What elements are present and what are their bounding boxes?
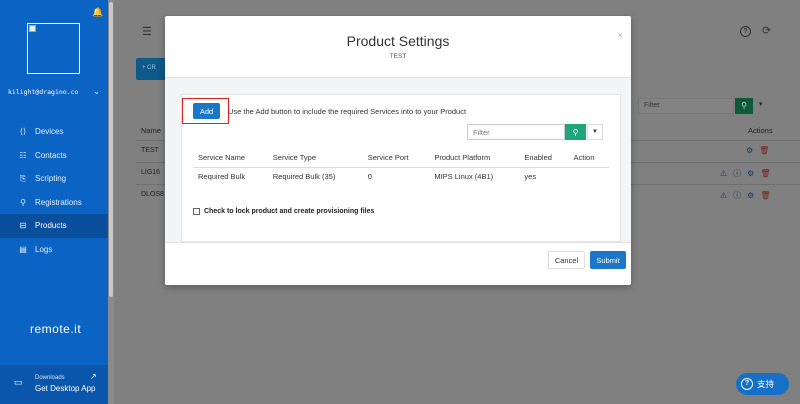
column-header: Action <box>568 149 609 168</box>
cell-enabled: yes <box>524 171 537 181</box>
sidebar-item-label: Contacts <box>35 150 67 160</box>
products-icon: ⊟ <box>19 221 27 231</box>
sidebar-item-label: Products <box>35 221 67 231</box>
external-link-icon: ↗ <box>90 372 97 381</box>
sidebar-item-label: Logs <box>35 244 53 254</box>
sidebar-nav: ⟨⟩ Devices ☷ Contacts ⎘ Scripting ⚲ Registra… <box>0 120 108 261</box>
row-actions: ⚠ⓘ⚙🗑 <box>720 190 777 201</box>
get-desktop-app-link[interactable]: ▭ Downloads Get Desktop App ↗ <box>0 365 108 404</box>
sidebar-item-label: Scripting <box>35 174 67 184</box>
cell-service-type: Required Bulk (35) <box>272 171 336 181</box>
sidebar-item-label: Registrations <box>35 197 82 207</box>
sidebar-item-label: Devices <box>35 127 64 137</box>
devices-icon: ⟨⟩ <box>19 127 27 137</box>
caret-down-icon[interactable]: ▼ <box>587 124 603 140</box>
cell-product-platform: MIPS Linux (4B1) <box>434 171 494 181</box>
refresh-icon[interactable]: ⟳ <box>762 24 771 37</box>
warning-icon[interactable]: ⚠ <box>720 191 733 200</box>
sidebar-item-products[interactable]: ⊟ Products <box>0 214 108 238</box>
table-header-row: Service Name Service Type Service Port P… <box>193 149 609 168</box>
cancel-button[interactable]: Cancel <box>548 251 585 269</box>
lock-product-checkbox[interactable] <box>193 208 200 215</box>
row-actions: ⚙🗑 <box>746 146 775 155</box>
cell-service-name: Required Bulk <box>198 171 246 181</box>
search-icon[interactable]: ⚲ <box>565 124 586 140</box>
help-icon[interactable]: ? <box>740 26 751 37</box>
sidebar-item-scripting[interactable]: ⎘ Scripting <box>0 167 108 191</box>
help-circle-icon: ? <box>741 378 753 390</box>
menu-icon[interactable]: ☰ <box>142 25 152 38</box>
chevron-down-icon[interactable]: ⌄ <box>93 87 100 96</box>
downloads-label: Downloads <box>35 375 65 381</box>
column-header-actions: Actions <box>748 126 773 135</box>
info-icon[interactable]: ⓘ <box>733 191 747 200</box>
info-icon[interactable]: ⓘ <box>733 169 747 178</box>
column-header: Service Name <box>193 149 268 168</box>
gear-icon[interactable]: ⚙ <box>747 191 760 200</box>
trash-icon[interactable]: 🗑 <box>760 169 776 178</box>
gear-icon[interactable]: ⚙ <box>746 146 759 155</box>
cell-action <box>569 167 609 185</box>
desktop-app-label: Get Desktop App <box>35 384 96 393</box>
add-service-button[interactable]: Add <box>193 103 220 119</box>
background-filter-input[interactable]: Filter <box>638 98 734 114</box>
column-header: Service Port <box>362 149 430 168</box>
column-header: Service Type <box>267 149 363 168</box>
logs-icon: ▤ <box>19 244 27 254</box>
support-button[interactable]: ? 支持 <box>736 373 789 395</box>
modal-subtitle: TEST <box>389 53 407 60</box>
services-filter-input[interactable] <box>467 124 565 140</box>
avatar <box>27 23 80 74</box>
warning-icon[interactable]: ⚠ <box>720 169 733 178</box>
create-button[interactable]: + CR <box>136 58 168 80</box>
account-menu[interactable]: kilight@dragino.co ⌄ <box>8 87 100 96</box>
cell-service-port: 0 <box>367 171 372 181</box>
bell-icon[interactable]: 🔔 <box>92 7 103 18</box>
scripting-icon: ⎘ <box>19 173 27 183</box>
services-table: Service Name Service Type Service Port P… <box>193 149 609 185</box>
services-card: Add Use the Add button to include the re… <box>181 94 621 242</box>
submit-button[interactable]: Submit <box>590 251 626 269</box>
row-name: TEST <box>141 147 159 154</box>
user-email: kilight@dragino.co <box>8 87 79 96</box>
sidebar-item-registrations[interactable]: ⚲ Registrations <box>0 191 108 215</box>
row-name: DLOS8 <box>141 191 164 198</box>
contacts-icon: ☷ <box>19 150 27 160</box>
add-hint-text: Use the Add button to include the requir… <box>228 107 467 116</box>
sidebar: 🔔 kilight@dragino.co ⌄ ⟨⟩ Devices ☷ Contac… <box>0 0 108 404</box>
modal-title: Product Settings <box>346 33 450 49</box>
support-label: 支持 <box>757 379 775 389</box>
search-icon[interactable]: ⚲ <box>735 98 753 114</box>
trash-icon[interactable]: 🗑 <box>759 146 775 155</box>
broken-image-icon <box>29 25 36 32</box>
lock-product-label: Check to lock product and create provisi… <box>204 208 375 215</box>
column-header: Enabled <box>519 149 569 168</box>
desktop-icon: ▭ <box>14 377 23 387</box>
column-header-name: Name <box>141 126 162 135</box>
sidebar-item-devices[interactable]: ⟨⟩ Devices <box>0 120 108 144</box>
registrations-icon: ⚲ <box>20 197 26 207</box>
brand-logo: remote.it <box>30 322 82 336</box>
table-row[interactable]: Required Bulk Required Bulk (35) 0 MIPS … <box>193 167 609 185</box>
sidebar-item-logs[interactable]: ▤ Logs <box>0 238 108 262</box>
row-actions: ⚠ⓘ⚙🗑 <box>720 168 777 179</box>
product-settings-modal: × Product Settings TEST Add Use the Add … <box>165 16 631 285</box>
row-name: LIG16 <box>141 169 161 176</box>
sidebar-item-contacts[interactable]: ☷ Contacts <box>0 144 108 168</box>
caret-down-icon[interactable]: ▾ <box>759 100 763 108</box>
column-header: Product Platform <box>429 149 520 168</box>
gear-icon[interactable]: ⚙ <box>747 169 760 178</box>
lock-product-checkbox-row[interactable]: Check to lock product and create provisi… <box>193 208 374 215</box>
modal-body: Add Use the Add button to include the re… <box>165 77 631 243</box>
trash-icon[interactable]: 🗑 <box>760 191 776 200</box>
scrollbar-thumb[interactable] <box>109 2 113 297</box>
